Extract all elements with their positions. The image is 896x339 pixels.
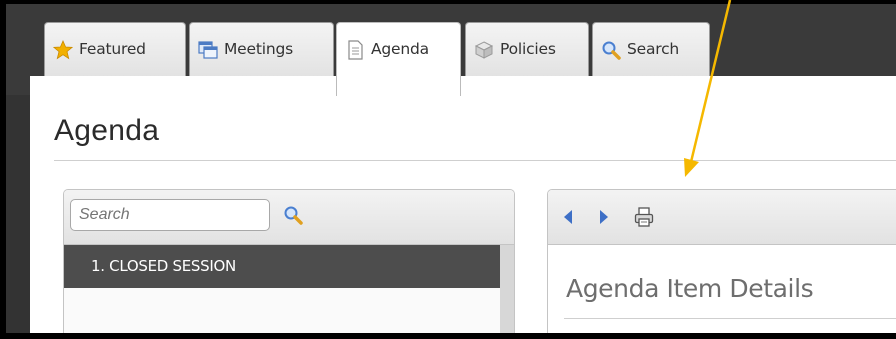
magnifier-icon xyxy=(601,40,621,60)
forward-arrow-icon xyxy=(600,210,608,224)
app-frame: Featured Meetings Agenda Policies Search… xyxy=(6,4,896,333)
tab-label: Agenda xyxy=(371,40,429,58)
tab-agenda[interactable]: Agenda xyxy=(336,22,461,96)
tab-label: Meetings xyxy=(224,40,293,58)
list-item[interactable]: 1. CLOSED SESSION xyxy=(64,245,501,288)
cube-icon xyxy=(474,40,494,60)
next-button[interactable] xyxy=(592,205,616,229)
list-toolbar xyxy=(64,190,514,245)
item-details-panel: Agenda Item Details xyxy=(547,189,896,333)
back-arrow-icon xyxy=(564,210,572,224)
details-toolbar xyxy=(548,190,896,245)
details-divider xyxy=(564,318,896,319)
main-content: Agenda 1. CLOSED SESSION xyxy=(30,76,896,333)
print-button[interactable] xyxy=(632,205,656,229)
agenda-list-panel: 1. CLOSED SESSION xyxy=(63,189,515,333)
search-input[interactable] xyxy=(70,199,270,231)
title-divider xyxy=(54,160,896,161)
star-icon xyxy=(53,40,73,60)
list-scrollbar[interactable] xyxy=(500,245,514,333)
tab-label: Search xyxy=(627,40,680,58)
search-button[interactable] xyxy=(282,204,304,226)
page-title: Agenda xyxy=(54,114,160,147)
tab-label: Featured xyxy=(79,40,146,58)
print-icon xyxy=(634,207,654,227)
document-icon xyxy=(345,40,365,60)
windows-icon xyxy=(198,40,218,60)
tab-label: Policies xyxy=(500,40,556,58)
details-title: Agenda Item Details xyxy=(566,274,814,303)
previous-button[interactable] xyxy=(556,205,580,229)
search-icon xyxy=(284,206,303,225)
